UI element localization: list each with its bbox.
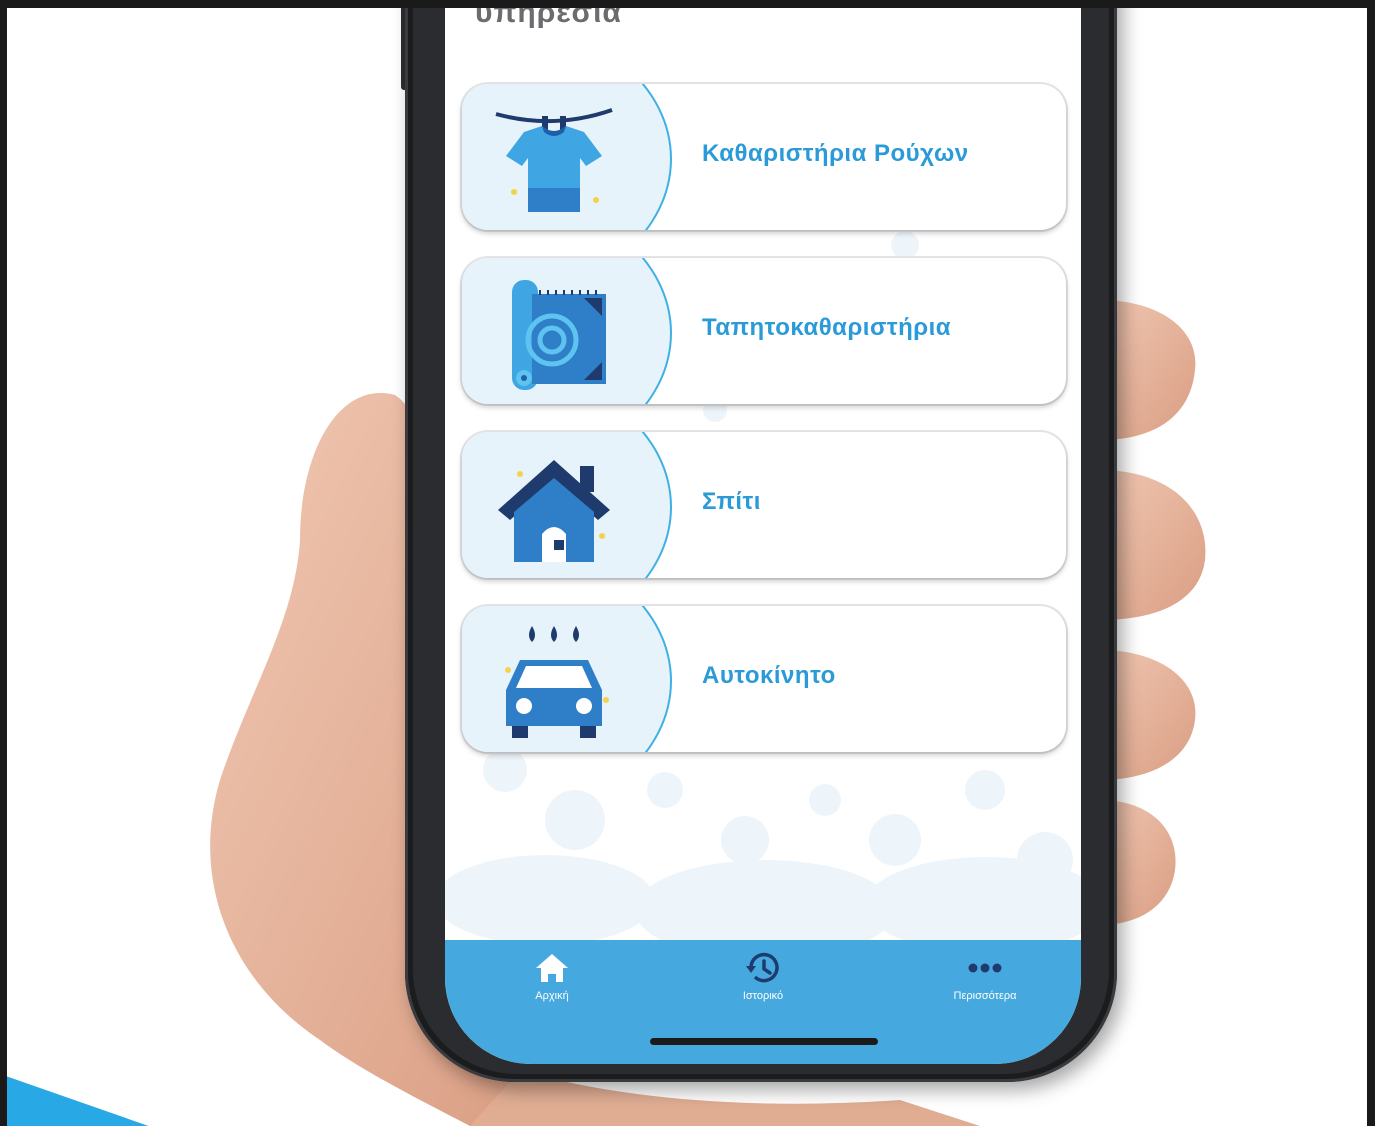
screen-title: υπηρεσία — [475, 0, 622, 29]
phone-screen: υπηρεσία Καθαριστήρια Ρούχων Ταπητοκαθαρ… — [445, 0, 1081, 1064]
service-label: Αυτοκίνητο — [702, 662, 836, 689]
more-icon — [968, 963, 1002, 973]
service-label: Ταπητοκαθαριστήρια — [702, 314, 952, 341]
tab-home[interactable]: Αρχική — [482, 940, 622, 1020]
tab-label: Περισσότερα — [953, 990, 1017, 1002]
car-wash-icon — [505, 626, 609, 738]
tab-more[interactable]: Περισσότερα — [915, 940, 1055, 1020]
service-card-clothes-cleaners[interactable]: Καθαριστήρια Ρούχων — [462, 84, 1066, 230]
home-icon — [536, 954, 568, 982]
service-card-car[interactable]: Αυτοκίνητο — [462, 606, 1066, 752]
bottom-tab-bar: Αρχική Ιστορικό Περισσότερα — [445, 940, 1081, 1064]
tab-history[interactable]: Ιστορικό — [693, 940, 833, 1020]
service-label: Σπίτι — [702, 488, 761, 515]
carpet-icon — [512, 280, 606, 390]
tab-label: Αρχική — [535, 990, 569, 1002]
tshirt-icon — [495, 108, 613, 212]
service-card-carpet-cleaners[interactable]: Ταπητοκαθαριστήρια — [462, 258, 1066, 404]
service-card-house[interactable]: Σπίτι — [462, 432, 1066, 578]
service-label: Καθαριστήρια Ρούχων — [702, 140, 969, 167]
tab-label: Ιστορικό — [742, 990, 784, 1002]
history-icon — [746, 952, 779, 983]
home-indicator[interactable] — [650, 1038, 878, 1045]
house-icon — [498, 460, 610, 562]
